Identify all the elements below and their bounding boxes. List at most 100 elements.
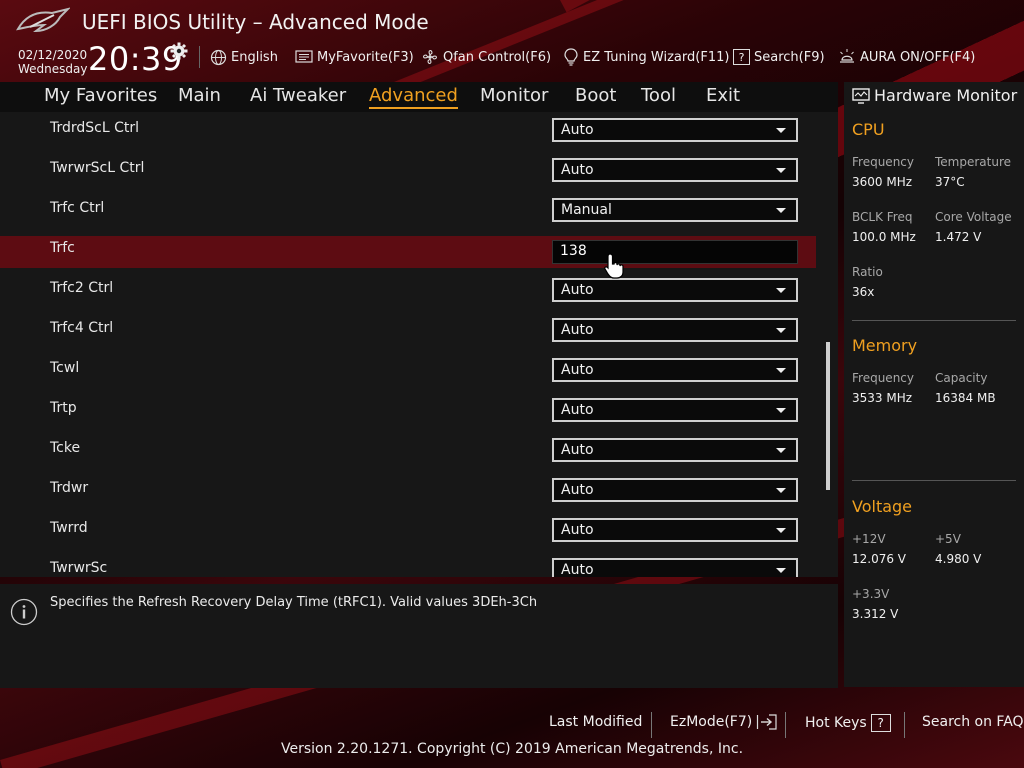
- dropdown-value: Auto: [561, 482, 594, 498]
- setting-label: TrdrdScL Ctrl: [50, 120, 140, 136]
- aura-label: AURA ON/OFF(F4): [860, 49, 976, 65]
- dropdown-arrow-icon: [776, 328, 786, 333]
- bclk-freq-label: BCLK Freq: [852, 210, 913, 224]
- setting-dropdown[interactable]: Manual: [552, 198, 798, 222]
- last-modified-label: Last Modified: [549, 714, 643, 730]
- copyright-text: Version 2.20.1271. Copyright (C) 2019 Am…: [280, 741, 744, 757]
- dropdown-arrow-icon: [776, 448, 786, 453]
- qfan-control-button[interactable]: Qfan Control(F6): [421, 47, 551, 67]
- hardware-monitor-title: Hardware Monitor: [852, 86, 1017, 105]
- setting-row-tcke[interactable]: Tcke Auto: [0, 436, 816, 468]
- aura-toggle-button[interactable]: AURA ON/OFF(F4): [838, 47, 975, 67]
- v33-value: 3.312 V: [852, 607, 899, 621]
- aura-light-icon: [840, 49, 854, 63]
- cpu-frequency-value: 3600 MHz: [852, 175, 913, 189]
- setting-row-tcwl[interactable]: Tcwl Auto: [0, 356, 816, 388]
- myfavorite-label: MyFavorite(F3): [317, 49, 414, 65]
- ratio-label: Ratio: [852, 265, 883, 279]
- dropdown-value: Auto: [561, 362, 594, 378]
- setting-row-trtp[interactable]: Trtp Auto: [0, 396, 816, 428]
- dropdown-value: Auto: [561, 162, 594, 178]
- dropdown-value: Auto: [561, 122, 594, 138]
- settings-scrollbar[interactable]: [826, 342, 830, 490]
- tab-advanced[interactable]: Advanced: [369, 85, 458, 109]
- setting-dropdown[interactable]: Auto: [552, 478, 798, 502]
- v12-label: +12V: [852, 532, 886, 546]
- help-search-icon: ?: [733, 49, 750, 65]
- ez-tuning-wizard-label: EZ Tuning Wizard(F11): [583, 49, 730, 65]
- tab-tool[interactable]: Tool: [641, 85, 676, 106]
- tab-monitor[interactable]: Monitor: [480, 85, 548, 106]
- globe-icon: [210, 49, 227, 65]
- main-nav: My Favorites Main Ai Tweaker Advanced Mo…: [0, 82, 838, 112]
- setting-label: Trfc2 Ctrl: [50, 280, 114, 296]
- core-voltage-value: 1.472 V: [935, 230, 982, 244]
- gear-icon[interactable]: [170, 42, 188, 60]
- memory-capacity-value: 16384 MB: [935, 391, 996, 405]
- tab-my-favorites[interactable]: My Favorites: [44, 85, 157, 106]
- memory-heading: Memory: [852, 336, 918, 355]
- memory-capacity-label: Capacity: [935, 371, 988, 385]
- date-display: 02/12/2020 Wednesday: [18, 48, 87, 76]
- ratio-value: 36x: [852, 285, 875, 299]
- setting-dropdown[interactable]: Auto: [552, 278, 798, 302]
- v5-label: +5V: [935, 532, 961, 546]
- dropdown-arrow-icon: [776, 168, 786, 173]
- footer-divider: [651, 712, 652, 738]
- setting-label: Trfc4 Ctrl: [50, 320, 114, 336]
- ezmode-button[interactable]: EzMode(F7): [670, 714, 778, 730]
- language-button[interactable]: English: [210, 47, 278, 67]
- setting-row-trfc-ctrl[interactable]: Trfc Ctrl Manual: [0, 196, 816, 228]
- ezmode-label: EzMode(F7): [670, 714, 753, 730]
- core-voltage-label: Core Voltage: [935, 210, 1012, 224]
- setting-dropdown[interactable]: Auto: [552, 318, 798, 342]
- setting-dropdown[interactable]: Auto: [552, 438, 798, 462]
- search-faq-button[interactable]: Search on FAQ: [922, 714, 1024, 730]
- date: 02/12/2020: [18, 48, 88, 62]
- hand-pointer-cursor-icon: [604, 253, 624, 279]
- setting-dropdown[interactable]: Auto: [552, 518, 798, 542]
- setting-row-twrwrscl-ctrl[interactable]: TwrwrScL Ctrl Auto: [0, 156, 816, 188]
- trfc-value-input[interactable]: 138: [552, 240, 798, 264]
- memory-frequency-label: Frequency: [852, 371, 914, 385]
- header-divider: [199, 46, 200, 68]
- tab-ai-tweaker[interactable]: Ai Tweaker: [250, 85, 346, 106]
- tab-boot[interactable]: Boot: [575, 85, 616, 106]
- setting-label: Trfc Ctrl: [50, 200, 105, 216]
- weekday: Wednesday: [18, 62, 88, 76]
- setting-row-trfc2-ctrl[interactable]: Trfc2 Ctrl Auto: [0, 276, 816, 308]
- dropdown-value: Auto: [561, 322, 594, 338]
- ez-tuning-wizard-button[interactable]: EZ Tuning Wizard(F11): [563, 47, 729, 67]
- footer-divider: [904, 712, 905, 738]
- setting-row-twrrd[interactable]: Twrrd Auto: [0, 516, 816, 548]
- setting-dropdown[interactable]: Auto: [552, 398, 798, 422]
- setting-label: Tcke: [50, 440, 81, 456]
- cpu-temperature-value: 37°C: [935, 175, 965, 189]
- hot-keys-button[interactable]: Hot Keys ?: [805, 714, 891, 732]
- setting-row-twrwrsc[interactable]: TwrwrSc Auto: [0, 556, 816, 577]
- myfavorite-button[interactable]: MyFavorite(F3): [295, 47, 414, 67]
- setting-row-trdrdscl-ctrl[interactable]: TrdrdScL Ctrl Auto: [0, 116, 816, 148]
- dropdown-arrow-icon: [776, 528, 786, 533]
- tab-main[interactable]: Main: [178, 85, 221, 106]
- tab-exit[interactable]: Exit: [706, 85, 740, 106]
- setting-dropdown[interactable]: Auto: [552, 118, 798, 142]
- search-label: Search(F9): [754, 49, 825, 65]
- dropdown-arrow-icon: [776, 488, 786, 493]
- setting-row-trfc[interactable]: Trfc 138: [0, 236, 816, 268]
- fan-icon: [423, 50, 437, 64]
- setting-row-trdwr[interactable]: Trdwr Auto: [0, 476, 816, 508]
- dropdown-value: Auto: [561, 522, 594, 538]
- last-modified-button[interactable]: Last Modified: [549, 714, 642, 730]
- hardware-monitor-panel: Hardware Monitor CPU Frequency Temperatu…: [844, 82, 1024, 687]
- search-button[interactable]: ? Search(F9): [733, 47, 825, 67]
- setting-dropdown[interactable]: Auto: [552, 558, 798, 577]
- help-panel: Specifies the Refresh Recovery Delay Tim…: [0, 584, 838, 688]
- setting-dropdown[interactable]: Auto: [552, 158, 798, 182]
- v5-value: 4.980 V: [935, 552, 982, 566]
- setting-row-trfc4-ctrl[interactable]: Trfc4 Ctrl Auto: [0, 316, 816, 348]
- setting-dropdown[interactable]: Auto: [552, 358, 798, 382]
- dropdown-value: Auto: [561, 282, 594, 298]
- app-title: UEFI BIOS Utility – Advanced Mode: [82, 10, 429, 34]
- cpu-temperature-label: Temperature: [935, 155, 1012, 169]
